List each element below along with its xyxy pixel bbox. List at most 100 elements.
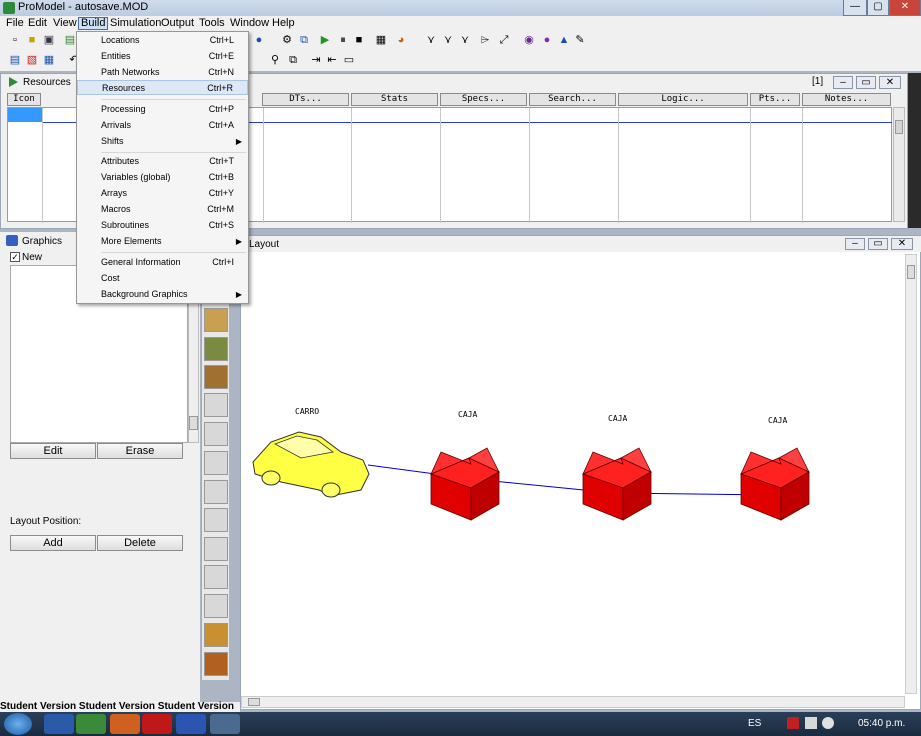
menu-build[interactable]: Build (78, 17, 109, 30)
worker-3-icon[interactable] (204, 480, 228, 504)
menu-item-resources[interactable]: Resources Ctrl+R (77, 80, 248, 95)
menu-item-cost[interactable]: Cost (77, 271, 248, 286)
resources-close-button[interactable]: ✕ (879, 76, 901, 89)
box-location-2[interactable] (581, 447, 652, 521)
windows-icon[interactable]: ⧉ (297, 33, 311, 47)
pause-icon[interactable]: ⏸ (336, 33, 350, 47)
resources-scrollbar[interactable] (893, 107, 905, 222)
minimize-button[interactable]: — (843, 0, 867, 16)
word-taskbar-icon[interactable] (176, 714, 206, 734)
operator-icon[interactable] (204, 508, 228, 532)
crate-icon[interactable] (204, 308, 228, 332)
box-location-1[interactable] (429, 447, 500, 521)
attach-icon[interactable]: ⚲ (268, 53, 282, 67)
view-icon[interactable]: ◉ (522, 33, 536, 47)
scroll-thumb[interactable] (907, 265, 915, 279)
print-icon[interactable]: ▭ (342, 53, 356, 67)
opera-taskbar-icon[interactable] (142, 714, 172, 734)
worker-icon[interactable] (204, 422, 228, 446)
scroll-thumb[interactable] (895, 120, 903, 134)
start-button[interactable] (4, 713, 32, 735)
menu-edit[interactable]: Edit (26, 17, 49, 30)
chrome-taskbar-icon[interactable] (76, 714, 106, 734)
save-icon[interactable]: ▣ (42, 33, 56, 47)
operator-2-icon[interactable] (204, 537, 228, 561)
path-icon-3[interactable]: ⋎ (458, 33, 472, 47)
detach-icon[interactable]: ⧉ (286, 53, 300, 67)
stop-icon[interactable]: ■ (352, 33, 366, 47)
menu-item-locations[interactable]: Locations Ctrl+L (77, 33, 248, 48)
run-icon[interactable]: ▶ (318, 33, 332, 47)
grid-icon[interactable]: ▦ (374, 33, 388, 47)
new-checkbox[interactable]: ✓ (10, 252, 20, 262)
import-icon[interactable]: ⇤ (325, 53, 339, 67)
resources-restore-button[interactable]: ▭ (856, 76, 876, 89)
selected-cell[interactable] (8, 108, 42, 122)
volume-icon[interactable] (822, 717, 834, 729)
promodel-taskbar-icon[interactable] (210, 714, 240, 734)
layout-minimize-button[interactable]: – (845, 238, 865, 250)
layout-close-button[interactable]: ✕ (891, 238, 913, 250)
erase-button[interactable]: Erase (97, 443, 183, 459)
column-icon[interactable]: Icon (7, 93, 41, 106)
menu-item-entities[interactable]: Entities Ctrl+E (77, 49, 248, 64)
tray-icon[interactable] (787, 717, 799, 729)
conveyor-icon[interactable] (204, 393, 228, 417)
menu-item-macros[interactable]: Macros Ctrl+M (77, 202, 248, 217)
menu-view[interactable]: View (51, 17, 79, 30)
column-specs[interactable]: Specs... (440, 93, 527, 106)
truck-icon[interactable] (204, 565, 228, 589)
menu-item-background-graphics[interactable]: Background Graphics ▶ (77, 287, 248, 302)
menu-item-general-information[interactable]: General Information Ctrl+I (77, 255, 248, 270)
menu-item-variables[interactable]: Variables (global) Ctrl+B (77, 170, 248, 185)
help-icon[interactable]: ● (252, 33, 266, 47)
menu-item-path-networks[interactable]: Path Networks Ctrl+N (77, 65, 248, 80)
menu-tools[interactable]: Tools (197, 17, 227, 30)
column-logic[interactable]: Logic... (618, 93, 748, 106)
resources-minimize-button[interactable]: – (833, 76, 853, 89)
graphic-editor-icon[interactable]: ▧ (25, 53, 39, 67)
settings-icon[interactable]: ⚙ (280, 33, 294, 47)
rack-icon[interactable] (204, 365, 228, 389)
car-location[interactable] (252, 431, 370, 498)
chart-icon[interactable]: ◕ (394, 33, 408, 47)
path-icon-2[interactable]: ⋎ (441, 33, 455, 47)
menu-item-arrays[interactable]: Arrays Ctrl+Y (77, 186, 248, 201)
menu-file[interactable]: File (4, 17, 26, 30)
path-network[interactable] (367, 464, 774, 496)
menu-item-subroutines[interactable]: Subroutines Ctrl+S (77, 218, 248, 233)
layout-horizontal-scrollbar[interactable] (241, 696, 905, 708)
delete-button[interactable]: Delete (97, 535, 183, 551)
layout-vertical-scrollbar[interactable] (905, 254, 917, 694)
edit-graph-icon[interactable]: ⌲ (478, 33, 492, 47)
sphere-icon[interactable]: ● (540, 33, 554, 47)
menu-help[interactable]: Help (270, 17, 297, 30)
menu-output[interactable]: Output (159, 17, 196, 30)
path-icon-1[interactable]: ⋎ (424, 33, 438, 47)
clock[interactable]: 05:40 p.m. (858, 718, 905, 729)
export-icon[interactable]: ⇥ (309, 53, 323, 67)
pallet-icon[interactable] (204, 337, 228, 361)
menu-window[interactable]: Window (228, 17, 271, 30)
layout-icon[interactable]: ▤ (8, 53, 22, 67)
box-location-3[interactable] (739, 447, 810, 521)
layout-canvas[interactable] (241, 252, 905, 696)
tool-icon[interactable]: ✎ (573, 33, 587, 47)
edit-button[interactable]: Edit (10, 443, 96, 459)
scroll-thumb[interactable] (189, 416, 198, 430)
menu-item-processing[interactable]: Processing Ctrl+P (77, 102, 248, 117)
menu-item-arrivals[interactable]: Arrivals Ctrl+A (77, 118, 248, 133)
scroll-thumb[interactable] (248, 698, 260, 706)
new-file-icon[interactable]: ▫ (8, 33, 22, 47)
column-notes[interactable]: Notes... (802, 93, 891, 106)
column-dts[interactable]: DTs... (262, 93, 349, 106)
column-pts[interactable]: Pts... (750, 93, 800, 106)
forklift-2-icon[interactable] (204, 652, 228, 676)
menu-item-shifts[interactable]: Shifts ▶ (77, 134, 248, 149)
close-button[interactable]: ✕ (889, 0, 921, 16)
forklift-icon[interactable] (204, 623, 228, 647)
firefox-taskbar-icon[interactable] (110, 714, 140, 734)
menu-simulation[interactable]: Simulation (108, 17, 163, 30)
worker-2-icon[interactable] (204, 451, 228, 475)
triangle-icon[interactable]: ▲ (557, 33, 571, 47)
